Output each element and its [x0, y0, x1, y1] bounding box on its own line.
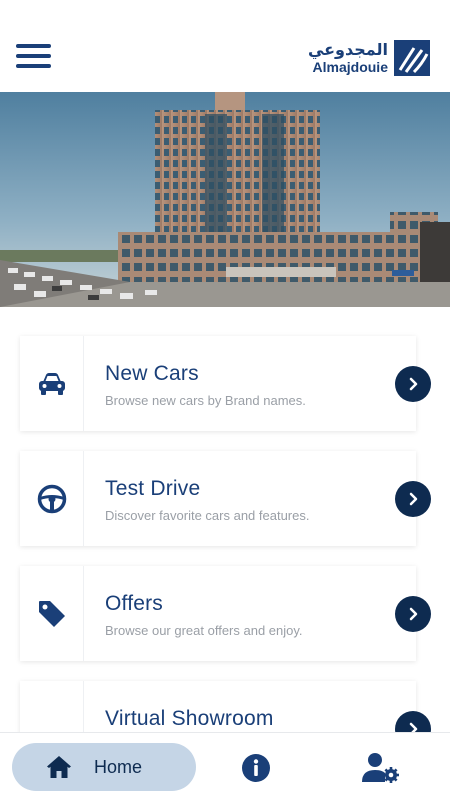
chevron-right-icon[interactable] [395, 366, 431, 402]
user-settings-icon[interactable] [362, 752, 400, 784]
car-icon [38, 372, 65, 395]
menu-card-subtitle: Browse new cars by Brand names. [105, 393, 306, 408]
menu-card-subtitle: Discover favorite cars and features. [105, 508, 310, 523]
logo-mark-icon [394, 40, 430, 76]
nav-home-label: Home [94, 756, 143, 777]
brand-logo: المجدوعي Almajdouie [308, 40, 430, 76]
menu-card-title: New Cars [105, 362, 199, 385]
menu-list: New Cars Browse new cars by Brand names.… [0, 307, 450, 732]
menu-card-offers[interactable]: Offers Browse our great offers and enjoy… [20, 566, 431, 661]
menu-card-virtual-showroom[interactable]: Virtual Showroom [20, 681, 431, 732]
menu-card-title: Offers [105, 592, 163, 615]
menu-card-title: Test Drive [105, 477, 201, 500]
bottom-nav: Home [0, 732, 450, 800]
app-header: المجدوعي Almajdouie [0, 0, 450, 92]
chevron-right-icon[interactable] [395, 596, 431, 632]
menu-card-test-drive[interactable]: Test Drive Discover favorite cars and fe… [20, 451, 431, 546]
steering-wheel-icon [37, 484, 66, 513]
hero-building-image [0, 92, 450, 307]
menu-card-new-cars[interactable]: New Cars Browse new cars by Brand names. [20, 336, 431, 431]
home-icon [47, 756, 71, 778]
chevron-right-icon[interactable] [395, 481, 431, 517]
logo-arabic-text: المجدوعي [307, 40, 388, 59]
menu-card-subtitle: Browse our great offers and enjoy. [105, 623, 303, 638]
info-icon[interactable] [241, 753, 271, 783]
hero-illustration [0, 92, 450, 307]
nav-home-tab[interactable]: Home [12, 743, 196, 791]
logo-english-text: Almajdouie [312, 59, 388, 75]
menu-card-title: Virtual Showroom [105, 707, 274, 730]
menu-icon[interactable] [16, 44, 51, 70]
tag-icon [38, 600, 65, 627]
